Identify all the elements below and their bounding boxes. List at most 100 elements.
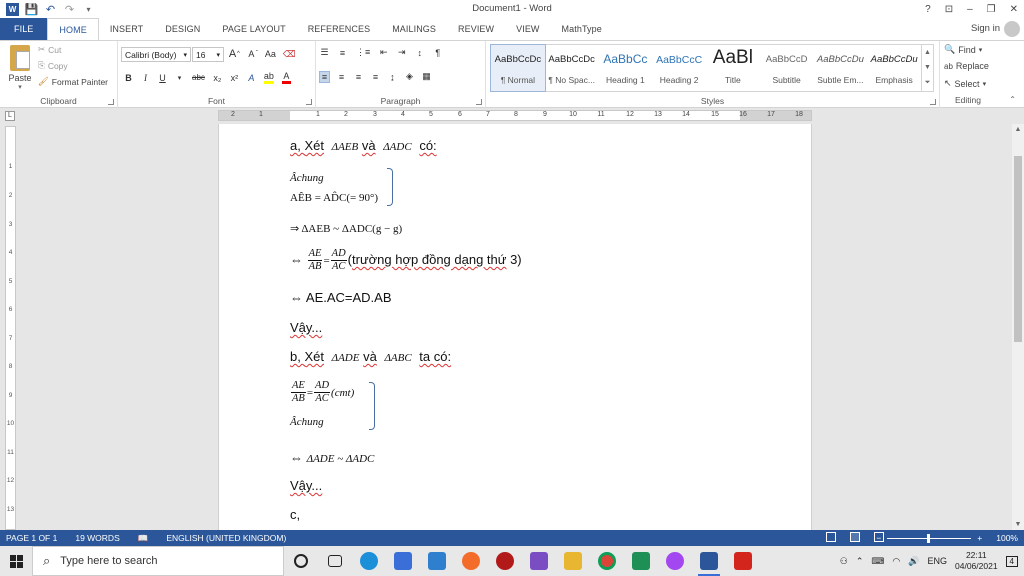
paste-button[interactable]: Paste ▾ — [6, 45, 34, 91]
scrollbar-thumb[interactable] — [1014, 156, 1022, 342]
font-launcher-icon[interactable] — [306, 99, 312, 105]
select-button[interactable]: ↖ Select ▾ — [944, 78, 986, 89]
ribbon-display-button[interactable]: ⊡ — [945, 4, 953, 15]
styles-launcher-icon[interactable] — [930, 99, 936, 105]
mail-icon[interactable] — [420, 546, 454, 576]
paste-dropdown-icon[interactable]: ▾ — [6, 83, 34, 91]
tab-mailings[interactable]: MAILINGS — [381, 18, 447, 40]
justify-icon[interactable]: ≡ — [371, 72, 380, 82]
strikethrough-button[interactable]: abc — [192, 73, 205, 82]
zoom-level[interactable]: 100% — [996, 533, 1018, 543]
align-left-icon[interactable]: ≡ — [319, 70, 330, 83]
cortana-icon[interactable] — [284, 546, 318, 576]
style-subtle-emphasis[interactable]: AaBbCcDu Subtle Em... — [814, 45, 868, 91]
app-icon-red[interactable] — [488, 546, 522, 576]
network-icon[interactable]: ◠ — [892, 556, 900, 567]
font-color-button[interactable]: A — [281, 71, 291, 84]
highlight-button[interactable]: ab — [263, 71, 274, 84]
change-case-button[interactable]: Aa — [265, 49, 276, 59]
read-mode-icon[interactable] — [826, 532, 836, 542]
borders-icon[interactable]: ▦ — [422, 71, 431, 82]
align-center-icon[interactable]: ≡ — [337, 72, 346, 82]
page-count[interactable]: PAGE 1 OF 1 — [6, 533, 57, 543]
show-marks-button[interactable]: ¶ — [433, 48, 442, 58]
input-method-icon[interactable]: ⌨ — [871, 556, 884, 567]
replace-button[interactable]: ab Replace — [944, 61, 989, 71]
messenger-icon[interactable] — [658, 546, 692, 576]
zoom-in-button[interactable]: + — [977, 533, 982, 543]
help-button[interactable]: ? — [925, 4, 931, 15]
word-count[interactable]: 19 WORDS — [75, 533, 119, 543]
maximize-button[interactable]: ❐ — [987, 4, 996, 15]
zoom-slider-knob[interactable] — [927, 533, 931, 543]
tab-references[interactable]: REFERENCES — [297, 18, 382, 40]
chevron-up-icon[interactable]: ▲ — [924, 49, 931, 56]
underline-button[interactable]: U — [158, 73, 167, 83]
tab-view[interactable]: VIEW — [505, 18, 550, 40]
clock[interactable]: 22:11 04/06/2021 — [955, 550, 998, 572]
zoom-out-button[interactable]: − — [876, 533, 881, 543]
tab-design[interactable]: DESIGN — [154, 18, 211, 40]
notification-center-icon[interactable]: 4 — [1005, 555, 1018, 567]
word-taskbar-icon[interactable] — [692, 546, 726, 576]
tab-file[interactable]: FILE — [0, 18, 48, 40]
edge-icon[interactable] — [352, 546, 386, 576]
chrome-icon[interactable] — [590, 546, 624, 576]
subscript-button[interactable]: x₂ — [213, 73, 222, 83]
text-effects-button[interactable]: A — [247, 73, 256, 83]
scroll-down-icon[interactable]: ▼ — [1012, 521, 1024, 528]
bullets-icon[interactable]: ☰ — [320, 47, 329, 58]
save-icon[interactable]: 💾 — [25, 3, 39, 16]
tab-review[interactable]: REVIEW — [447, 18, 505, 40]
file-explorer-icon[interactable] — [556, 546, 590, 576]
tab-selector[interactable]: L — [5, 111, 15, 121]
store-icon[interactable] — [386, 546, 420, 576]
shading-icon[interactable]: ◈ — [405, 71, 414, 82]
style-normal[interactable]: AaBbCcDc ¶ Normal — [490, 44, 546, 92]
people-icon[interactable]: ⚇ — [840, 556, 848, 567]
collapse-ribbon-icon[interactable]: ⌃ — [1009, 95, 1016, 104]
undo-icon[interactable]: ↶ — [44, 3, 57, 16]
copy-button[interactable]: ⎘ Copy — [38, 60, 68, 71]
start-button[interactable] — [0, 546, 32, 576]
customize-qat-icon[interactable]: ▾ — [82, 3, 95, 16]
numbering-icon[interactable]: ≡ — [338, 48, 347, 58]
increase-indent-icon[interactable]: ⇥ — [397, 47, 406, 58]
style-heading-1[interactable]: AaBbCc Heading 1 — [599, 45, 653, 91]
font-name-select[interactable]: Calibri (Body) ▾ — [121, 47, 191, 62]
find-button[interactable]: 🔍 Find ▾ — [944, 44, 982, 55]
style-subtitle[interactable]: AaBbCcD Subtitle — [760, 45, 814, 91]
tab-page-layout[interactable]: PAGE LAYOUT — [211, 18, 296, 40]
chevron-up-icon[interactable]: ⌃ — [856, 556, 864, 567]
align-right-icon[interactable]: ≡ — [354, 72, 363, 82]
bold-button[interactable]: B — [124, 73, 133, 83]
sign-in-link[interactable]: Sign in — [971, 23, 1000, 34]
paragraph-launcher-icon[interactable] — [476, 99, 482, 105]
style-title[interactable]: AaBl Title — [706, 45, 760, 91]
underline-dropdown-icon[interactable]: ▾ — [175, 74, 184, 82]
account-avatar[interactable] — [1004, 21, 1020, 37]
volume-icon[interactable]: 🔊 — [908, 556, 919, 567]
decrease-indent-icon[interactable]: ⇤ — [379, 47, 388, 58]
tab-home[interactable]: HOME — [47, 17, 99, 41]
style-heading-2[interactable]: AaBbCcC Heading 2 — [652, 45, 706, 91]
cut-button[interactable]: ✂ Cut — [38, 44, 61, 55]
firefox-icon[interactable] — [454, 546, 488, 576]
scroll-up-icon[interactable]: ▲ — [1012, 126, 1024, 133]
app-icon-multi[interactable] — [522, 546, 556, 576]
document-page[interactable]: a, Xét ΔAEB và ΔADC có: Âchung AÊB = AD̂… — [218, 124, 812, 530]
vertical-ruler[interactable]: 1 2 3 4 5 6 7 8 9 10 11 12 13 — [5, 126, 16, 530]
multilevel-list-icon[interactable]: ⋮≡ — [356, 47, 370, 58]
redo-icon[interactable]: ↷ — [63, 3, 76, 16]
font-size-select[interactable]: 16 ▾ — [192, 47, 224, 62]
horizontal-ruler[interactable]: 2 1 1 2 3 4 5 6 7 8 9 10 11 12 13 14 15 … — [218, 110, 812, 121]
sort-icon[interactable]: ↕ — [415, 48, 424, 58]
style-emphasis[interactable]: AaBbCcDu Emphasis — [867, 45, 921, 91]
language-indicator[interactable]: ENGLISH (UNITED KINGDOM) — [166, 533, 286, 543]
clear-formatting-icon[interactable]: ⌫ — [283, 49, 296, 60]
close-button[interactable]: ✕ — [1010, 4, 1018, 15]
zoom-slider[interactable] — [887, 533, 972, 543]
minimize-button[interactable]: – — [967, 4, 973, 15]
clipboard-launcher-icon[interactable] — [108, 99, 114, 105]
chevron-down-icon[interactable]: ▼ — [924, 64, 931, 71]
